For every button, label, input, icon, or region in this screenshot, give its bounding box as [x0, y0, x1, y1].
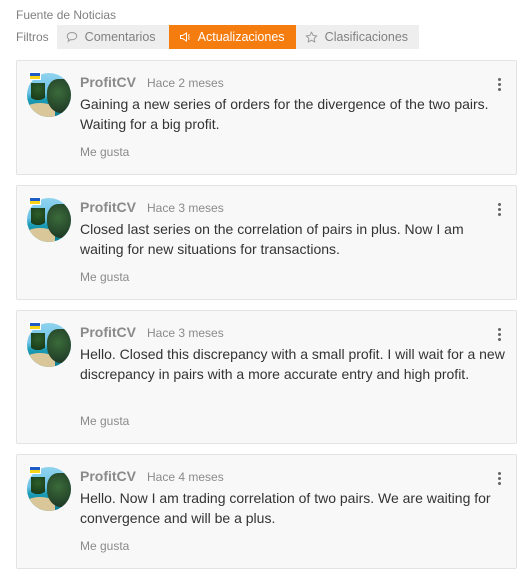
country-flag-icon [29, 322, 41, 330]
more-options-icon[interactable] [497, 203, 501, 216]
filter-tabs: Comentarios Actualizaciones Clasificacio… [56, 25, 419, 49]
page-title: Fuente de Noticias [16, 8, 117, 22]
post-text: Hello. Now I am trading correlation of t… [80, 490, 491, 526]
more-options-icon[interactable] [497, 78, 501, 91]
tab-ratings-label: Clasificaciones [324, 30, 409, 44]
more-options-icon[interactable] [497, 328, 501, 341]
feed-post: ProfitCV Hace 3 meses Hello. Closed this… [16, 310, 517, 444]
more-options-icon[interactable] [497, 472, 501, 485]
feed-post: ProfitCV Hace 4 meses Hello. Now I am tr… [16, 454, 517, 569]
like-button[interactable]: Me gusta [80, 414, 129, 428]
tab-comments[interactable]: Comentarios [57, 25, 169, 49]
news-feed: ProfitCV Hace 2 meses Gaining a new seri… [16, 60, 517, 579]
tab-updates-label: Actualizaciones [197, 30, 285, 44]
post-author[interactable]: ProfitCV [80, 199, 136, 215]
post-author[interactable]: ProfitCV [80, 468, 136, 484]
like-button[interactable]: Me gusta [80, 270, 129, 284]
post-time[interactable]: Hace 4 meses [147, 470, 224, 484]
country-flag-icon [29, 197, 41, 205]
like-button[interactable]: Me gusta [80, 539, 129, 553]
tab-ratings[interactable]: Clasificaciones [296, 25, 419, 49]
like-button[interactable]: Me gusta [80, 145, 129, 159]
post-author[interactable]: ProfitCV [80, 324, 136, 340]
country-flag-icon [29, 466, 41, 474]
tab-comments-label: Comentarios [84, 30, 156, 44]
tab-updates[interactable]: Actualizaciones [168, 25, 296, 49]
post-text: Gaining a new series of orders for the d… [80, 96, 489, 132]
filters-bar: Filtros Comentarios Actualizaciones Clas… [16, 25, 419, 49]
feed-post: ProfitCV Hace 3 meses Closed last series… [16, 185, 517, 300]
star-icon [305, 30, 319, 44]
filters-label: Filtros [16, 30, 49, 44]
megaphone-icon [178, 30, 192, 44]
feed-post: ProfitCV Hace 2 meses Gaining a new seri… [16, 60, 517, 175]
post-text: Closed last series on the correlation of… [80, 221, 464, 257]
country-flag-icon [29, 72, 41, 80]
post-time[interactable]: Hace 2 meses [147, 76, 224, 90]
post-author[interactable]: ProfitCV [80, 74, 136, 90]
post-time[interactable]: Hace 3 meses [147, 326, 224, 340]
post-time[interactable]: Hace 3 meses [147, 201, 224, 215]
speech-bubble-icon [65, 30, 79, 44]
post-text: Hello. Closed this discrepancy with a sm… [80, 346, 505, 382]
